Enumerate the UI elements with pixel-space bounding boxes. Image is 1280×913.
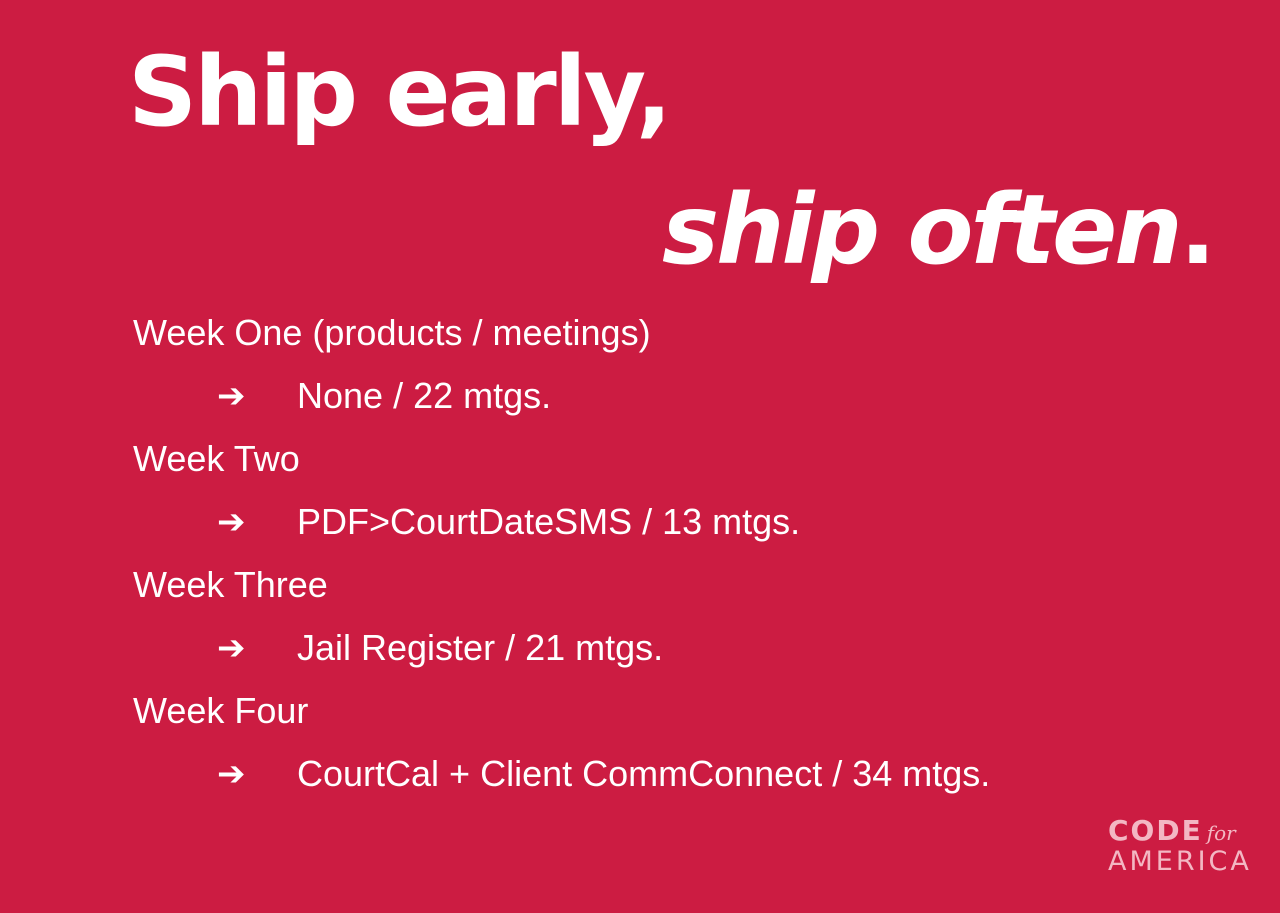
week-item: ➔ PDF>CourtDateSMS / 13 mtgs.	[133, 501, 1213, 543]
week-item-text: None / 22 mtgs.	[297, 375, 552, 416]
title-line-1: Ship early,	[128, 36, 672, 148]
title-line-2: ship often.	[662, 177, 1216, 284]
code-for-america-logo: CODE for AMERICA	[1108, 816, 1258, 878]
logo-for-text: for	[1206, 821, 1236, 845]
week-label: Week One (products / meetings)	[133, 312, 651, 353]
week-item-text: Jail Register / 21 mtgs.	[297, 627, 664, 668]
week-item-text: PDF>CourtDateSMS / 13 mtgs.	[297, 501, 801, 542]
logo-code-text: CODE	[1108, 814, 1203, 847]
arrow-right-icon: ➔	[217, 503, 246, 541]
week-item: ➔ CourtCal + Client CommConnect / 34 mtg…	[133, 753, 1213, 795]
week-four: Week Four ➔ CourtCal + Client CommConnec…	[133, 690, 1213, 795]
title-line-2-text: ship often	[662, 174, 1183, 286]
week-item: ➔ Jail Register / 21 mtgs.	[133, 627, 1213, 669]
title-period: .	[1179, 174, 1217, 286]
week-one: Week One (products / meetings) ➔ None / …	[133, 312, 1213, 417]
week-label: Week Four	[133, 690, 309, 731]
arrow-right-icon: ➔	[217, 629, 246, 667]
week-label: Week Three	[133, 564, 328, 605]
week-item: ➔ None / 22 mtgs.	[133, 375, 1213, 417]
arrow-right-icon: ➔	[217, 377, 246, 415]
week-label: Week Two	[133, 438, 300, 479]
arrow-right-icon: ➔	[217, 755, 246, 793]
week-three: Week Three ➔ Jail Register / 21 mtgs.	[133, 564, 1213, 669]
slide: Ship early, ship often. Week One (produc…	[0, 0, 1280, 913]
logo-top-line: CODE for	[1108, 816, 1258, 846]
weeks-list: Week One (products / meetings) ➔ None / …	[133, 312, 1213, 816]
logo-america-text: AMERICA	[1108, 846, 1252, 877]
week-item-text: CourtCal + Client CommConnect / 34 mtgs.	[297, 753, 991, 794]
week-two: Week Two ➔ PDF>CourtDateSMS / 13 mtgs.	[133, 438, 1213, 543]
